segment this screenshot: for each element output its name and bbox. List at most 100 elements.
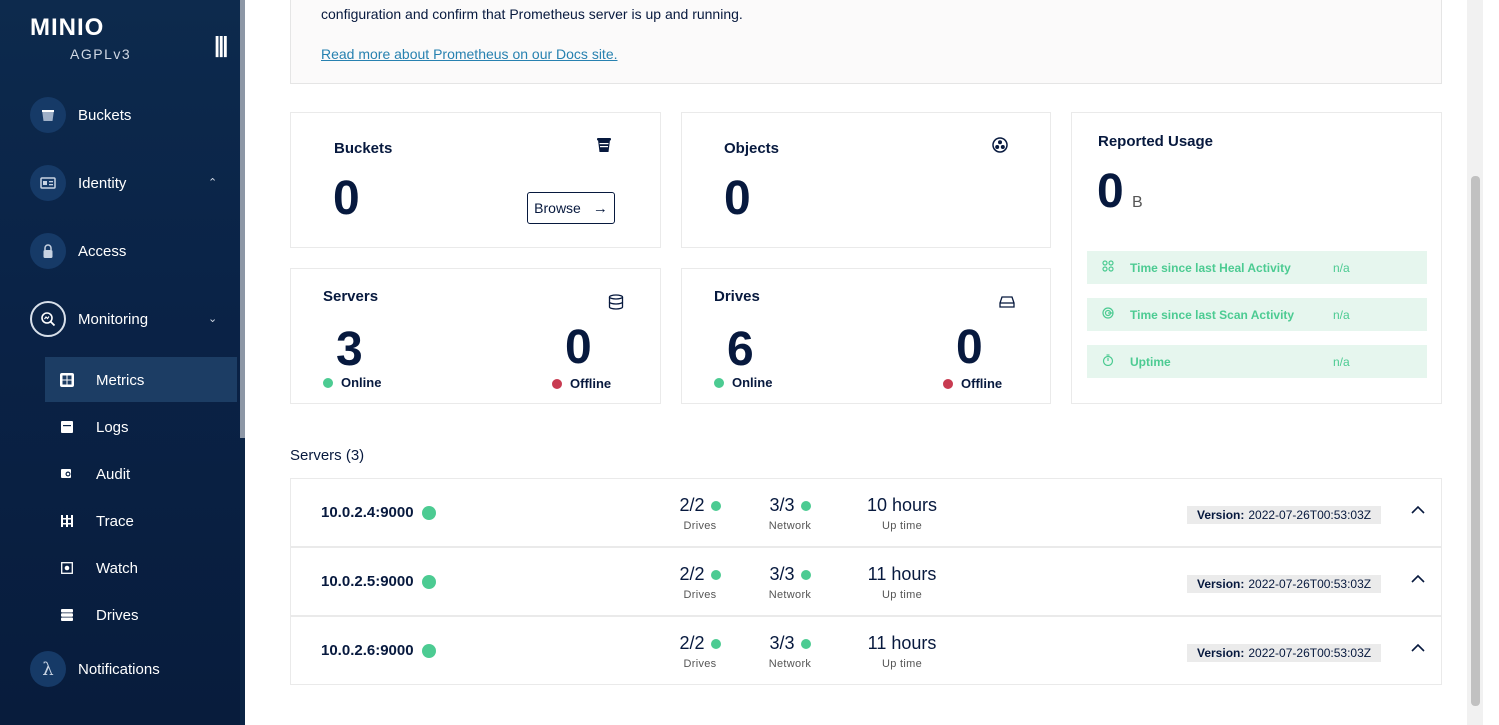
sidebar-item-monitoring[interactable]: Monitoring (30, 301, 148, 337)
server-network-metric: 3/3 Network (751, 633, 829, 670)
version-label: Version: (1197, 577, 1245, 591)
server-online-dot-icon (421, 505, 436, 520)
arrow-right-icon: → (592, 199, 608, 217)
monitoring-icon (30, 301, 66, 337)
sidebar-item-label: Monitoring (78, 310, 149, 328)
browse-button[interactable]: Browse → (527, 192, 615, 224)
server-uptime-metric: 11 hours Up time (847, 564, 957, 601)
prometheus-docs-link[interactable]: Read more about Prometheus on our Docs s… (321, 46, 618, 62)
servers-offline-status: Offline (552, 376, 611, 391)
uptime-label: Up time (882, 658, 922, 670)
sidebar-item-notifications[interactable]: λ Notifications (30, 651, 160, 687)
sidebar-item-label: Notifications (78, 660, 160, 678)
uptime-label: Up time (882, 520, 922, 532)
sidebar-subitem-metrics[interactable]: Metrics (60, 369, 144, 391)
drives-label: Drives (683, 658, 717, 670)
license-label: AGPLv3 (70, 46, 132, 62)
objects-card-title: Objects (724, 140, 780, 157)
uptime-value: 10 hours (866, 495, 938, 515)
servers-card: Servers 3 Online 0 Offline (290, 268, 661, 404)
server-name: 10.0.2.4:9000 (321, 504, 436, 521)
server-name: 10.0.2.5:9000 (321, 573, 436, 590)
offline-label: Offline (961, 376, 1003, 391)
main-scrollbar-thumb[interactable] (1471, 176, 1480, 706)
sidebar-item-identity[interactable]: Identity (30, 165, 126, 201)
sidebar-subitem-label: Logs (96, 418, 129, 436)
server-stack-icon (608, 294, 624, 310)
version-value: 2022-07-26T00:53:03Z (1248, 508, 1372, 522)
metrics-icon (60, 373, 74, 387)
objects-icon (992, 137, 1008, 153)
server-online-dot-icon (421, 643, 436, 658)
trace-icon (60, 514, 74, 528)
audit-icon (60, 467, 74, 481)
sidebar-subitem-logs[interactable]: Logs (60, 416, 129, 438)
sidebar-subitem-audit[interactable]: Audit (60, 463, 130, 485)
network-ok-dot-icon (800, 500, 811, 511)
drives-offline-count: 0 (956, 321, 983, 374)
heal-activity-value: n/a (1333, 260, 1350, 275)
network-label: Network (768, 589, 812, 601)
sidebar-item-buckets[interactable]: Buckets (30, 97, 131, 133)
lock-icon (30, 233, 66, 269)
sidebar-subitem-trace[interactable]: Trace (60, 510, 134, 532)
main-content: configuration and confirm that Prometheu… (245, 0, 1483, 725)
servers-online-count: 3 (336, 323, 363, 376)
uptime-label: Up time (882, 589, 922, 601)
online-dot-icon (714, 377, 724, 388)
servers-offline-count: 0 (565, 321, 592, 374)
chevron-up-icon[interactable] (1411, 570, 1425, 586)
server-address: 10.0.2.5:9000 (321, 573, 414, 590)
hard-drive-icon (999, 295, 1015, 311)
offline-dot-icon (943, 378, 953, 389)
network-label: Network (768, 658, 812, 670)
server-uptime-metric: 11 hours Up time (847, 633, 957, 670)
drives-value: 2/2 (679, 495, 705, 515)
buckets-card-title: Buckets (334, 140, 393, 157)
heal-icon (1102, 260, 1116, 275)
prometheus-notice: configuration and confirm that Prometheu… (290, 0, 1442, 84)
servers-list-heading: Servers (3) (290, 447, 365, 464)
logs-icon (60, 420, 74, 434)
server-online-dot-icon (421, 574, 436, 589)
chevron-up-icon[interactable] (1411, 501, 1425, 517)
reported-usage-unit: B (1132, 194, 1143, 211)
sidebar-subitem-drives[interactable]: Drives (60, 604, 139, 626)
online-dot-icon (323, 377, 333, 388)
server-name: 10.0.2.6:9000 (321, 642, 436, 659)
sidebar-subitem-label: Metrics (96, 371, 145, 389)
server-drives-metric: 2/2 Drives (661, 633, 739, 670)
objects-card: Objects 0 (681, 112, 1051, 248)
sidebar-item-access[interactable]: Access (30, 233, 126, 269)
main-scrollbar[interactable] (1467, 0, 1483, 725)
sidebar-item-label: Access (78, 242, 127, 260)
sidebar-subitem-watch[interactable]: Watch (60, 557, 138, 579)
scan-activity-value: n/a (1333, 307, 1350, 322)
sidebar-item-label: Buckets (78, 106, 132, 124)
minio-logo[interactable]: MINIO (30, 14, 104, 42)
network-value: 3/3 (769, 495, 795, 515)
drives-card-title: Drives (714, 288, 760, 305)
collapse-menu-icon[interactable]: ||| (214, 32, 229, 58)
uptime-row: Uptime n/a (1087, 345, 1427, 378)
scan-activity-row: Time since last Scan Activity n/a (1087, 298, 1427, 331)
sidebar-item-label: Identity (78, 174, 127, 192)
uptime-value: n/a (1333, 354, 1350, 369)
browse-button-label: Browse (534, 200, 581, 216)
drives-label: Drives (683, 589, 717, 601)
reported-usage-card: Reported Usage 0 B Time since last Heal … (1071, 112, 1442, 404)
server-drives-metric: 2/2 Drives (661, 564, 739, 601)
watch-icon (60, 561, 74, 575)
drives-value: 2/2 (679, 633, 705, 653)
chevron-up-icon[interactable] (1411, 639, 1425, 655)
network-label: Network (768, 520, 812, 532)
version-label: Version: (1197, 646, 1245, 660)
server-row[interactable]: 10.0.2.4:9000 2/2 Drives 3/3 Network 10 … (290, 478, 1442, 547)
chevron-up-icon[interactable]: ⌃ (208, 176, 217, 189)
chevron-down-icon[interactable]: ⌄ (208, 312, 217, 325)
server-row[interactable]: 10.0.2.5:9000 2/2 Drives 3/3 Network 11 … (290, 547, 1442, 616)
drives-ok-dot-icon (710, 569, 721, 580)
server-row[interactable]: 10.0.2.6:9000 2/2 Drives 3/3 Network 11 … (290, 616, 1442, 685)
drives-ok-dot-icon (710, 638, 721, 649)
heal-activity-row: Time since last Heal Activity n/a (1087, 251, 1427, 284)
